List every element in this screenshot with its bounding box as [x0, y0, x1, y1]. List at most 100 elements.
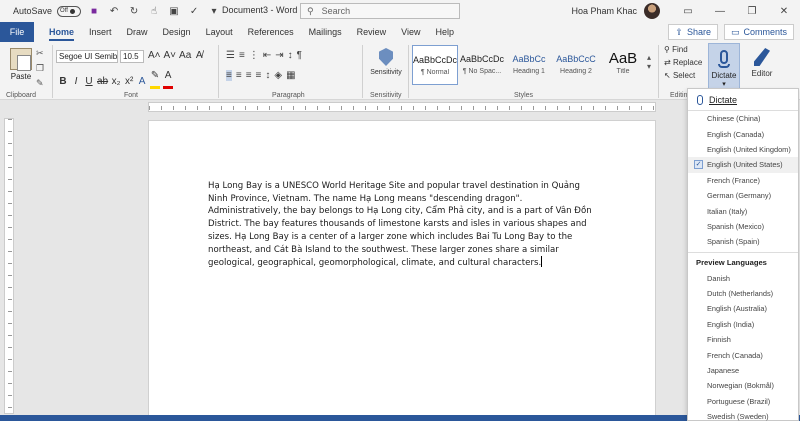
align-center-icon[interactable]: ≡ — [236, 70, 242, 81]
find-button[interactable]: ⚲ Find — [664, 45, 702, 54]
tab-layout[interactable]: Layout — [206, 22, 233, 42]
language-item[interactable]: French (Canada) — [688, 347, 798, 362]
highlight-icon[interactable]: ✎ — [150, 70, 161, 92]
numbering-icon[interactable]: ≡ — [239, 50, 245, 61]
line-spacing-icon[interactable]: ↕ — [265, 70, 270, 81]
search-input[interactable]: ⚲ Search — [300, 3, 460, 19]
justify-icon[interactable]: ≡ — [256, 70, 262, 81]
customize-toolbar-icon[interactable]: ▾ — [207, 4, 221, 18]
tab-review[interactable]: Review — [357, 22, 387, 42]
strikethrough-icon[interactable]: ab — [97, 76, 108, 87]
undo-icon[interactable]: ↶ — [107, 4, 121, 18]
align-right-icon[interactable]: ≡ — [246, 70, 252, 81]
language-item[interactable]: Dutch (Netherlands) — [688, 286, 798, 301]
tab-help[interactable]: Help — [436, 22, 455, 42]
language-item[interactable]: Swedish (Sweden) — [688, 409, 798, 421]
language-item[interactable]: Chinese (China) — [688, 111, 798, 126]
restore-icon[interactable]: ❐ — [736, 0, 768, 22]
style-normal[interactable]: AaBbCcDc ¶ Normal — [412, 45, 458, 85]
style-no-spacing[interactable]: AaBbCcDc ¶ No Spac... — [459, 45, 505, 85]
shading-icon[interactable]: ◈ — [274, 70, 282, 81]
tab-home[interactable]: Home — [49, 22, 75, 42]
touch-mode-icon[interactable]: ☝ — [147, 4, 161, 18]
status-bar — [0, 415, 800, 421]
paste-button[interactable]: Paste — [4, 44, 38, 81]
superscript-icon[interactable]: x² — [124, 76, 134, 87]
chevron-down-icon[interactable]: ▾ — [709, 80, 739, 88]
styles-scroll-icon[interactable]: ▴ ▾ — [647, 45, 651, 85]
language-item[interactable]: Danish — [688, 271, 798, 286]
shrink-font-icon[interactable]: A˅ — [164, 50, 177, 61]
style-sample: AaBbCcC — [556, 54, 596, 64]
dictate-menu-item[interactable]: Dictate — [688, 89, 798, 111]
show-marks-icon[interactable]: ¶ — [297, 50, 302, 61]
minimize-icon[interactable]: — — [704, 0, 736, 22]
language-item[interactable]: English (Australia) — [688, 301, 798, 316]
font-name-select[interactable]: Segoe UI Semibo — [56, 50, 118, 63]
increase-indent-icon[interactable]: ⇥ — [275, 50, 283, 61]
font-color-icon[interactable]: A — [163, 70, 174, 92]
bullets-icon[interactable]: ☰ — [226, 50, 235, 61]
language-item[interactable]: English (Canada) — [688, 126, 798, 141]
change-case-icon[interactable]: Aa — [179, 50, 191, 61]
close-icon[interactable]: ✕ — [768, 0, 800, 22]
document-body[interactable]: Hạ Long Bay is a UNESCO World Heritage S… — [208, 180, 593, 270]
comments-button[interactable]: ▭ Comments — [723, 24, 794, 40]
editor-button[interactable]: Editor — [744, 46, 780, 78]
language-item[interactable]: English (India) — [688, 317, 798, 332]
clear-formatting-icon[interactable]: A̸ — [194, 50, 204, 61]
ribbon-display-icon[interactable]: ▭ — [672, 0, 704, 22]
share-button[interactable]: ⇪ Share — [668, 24, 718, 40]
select-button[interactable]: ↖ Select — [664, 71, 702, 80]
redo-icon[interactable]: ↻ — [127, 4, 141, 18]
cut-icon[interactable]: ✂ — [36, 48, 48, 59]
align-left-icon[interactable]: ≡ — [226, 70, 232, 81]
multilevel-list-icon[interactable]: ⋮ — [249, 50, 259, 61]
document-page[interactable]: Hạ Long Bay is a UNESCO World Heritage S… — [148, 120, 656, 421]
autosave-toggle[interactable]: Off — [57, 5, 82, 17]
spelling-icon[interactable]: ✓ — [187, 4, 201, 18]
decrease-indent-icon[interactable]: ⇤ — [263, 50, 271, 61]
tab-references[interactable]: References — [248, 22, 294, 42]
language-item[interactable]: English (United Kingdom) — [688, 142, 798, 157]
language-item[interactable]: German (Germany) — [688, 188, 798, 203]
language-item[interactable]: Italian (Italy) — [688, 203, 798, 218]
language-item[interactable]: Norwegian (Bokmål) — [688, 378, 798, 393]
format-painter-icon[interactable]: ✎ — [36, 78, 48, 89]
language-item[interactable]: ✓ English (United States) — [688, 157, 798, 173]
language-item[interactable]: Portuguese (Brazil) — [688, 394, 798, 409]
italic-icon[interactable]: I — [71, 76, 81, 87]
bold-icon[interactable]: B — [58, 76, 68, 87]
subscript-icon[interactable]: x₂ — [111, 76, 121, 87]
replace-button[interactable]: ⇄ Replace — [664, 58, 702, 67]
sort-icon[interactable]: ↕ — [288, 50, 293, 61]
user-name[interactable]: Hoa Pham Khac — [571, 6, 637, 16]
tab-view[interactable]: View — [401, 22, 420, 42]
language-item[interactable]: French (France) — [688, 173, 798, 188]
style-title[interactable]: AaB Title — [600, 45, 646, 85]
language-item[interactable]: Japanese — [688, 363, 798, 378]
copy-icon[interactable]: ❐ — [36, 63, 48, 74]
sensitivity-button[interactable]: Sensitivity — [366, 44, 406, 76]
tab-file[interactable]: File — [0, 22, 34, 42]
style-heading-2[interactable]: AaBbCcC Heading 2 — [553, 45, 599, 85]
tab-draw[interactable]: Draw — [127, 22, 148, 42]
tab-design[interactable]: Design — [163, 22, 191, 42]
avatar[interactable] — [644, 3, 660, 19]
vertical-ruler[interactable] — [4, 118, 14, 414]
horizontal-ruler[interactable] — [148, 102, 656, 112]
language-item[interactable]: Spanish (Mexico) — [688, 219, 798, 234]
font-size-select[interactable]: 10.5 — [120, 50, 144, 63]
grow-font-icon[interactable]: A˄ — [148, 50, 161, 61]
tab-insert[interactable]: Insert — [89, 22, 112, 42]
text-effects-icon[interactable]: A — [137, 76, 147, 87]
print-preview-icon[interactable]: ▣ — [167, 4, 181, 18]
tab-mailings[interactable]: Mailings — [309, 22, 342, 42]
underline-icon[interactable]: U — [84, 76, 94, 87]
language-item[interactable]: Spanish (Spain) — [688, 234, 798, 249]
save-icon[interactable]: ■ — [87, 4, 101, 18]
borders-icon[interactable]: ▦ — [286, 70, 295, 81]
language-item[interactable]: Finnish — [688, 332, 798, 347]
dictate-label: Dictate — [711, 71, 737, 80]
style-heading-1[interactable]: AaBbCc Heading 1 — [506, 45, 552, 85]
